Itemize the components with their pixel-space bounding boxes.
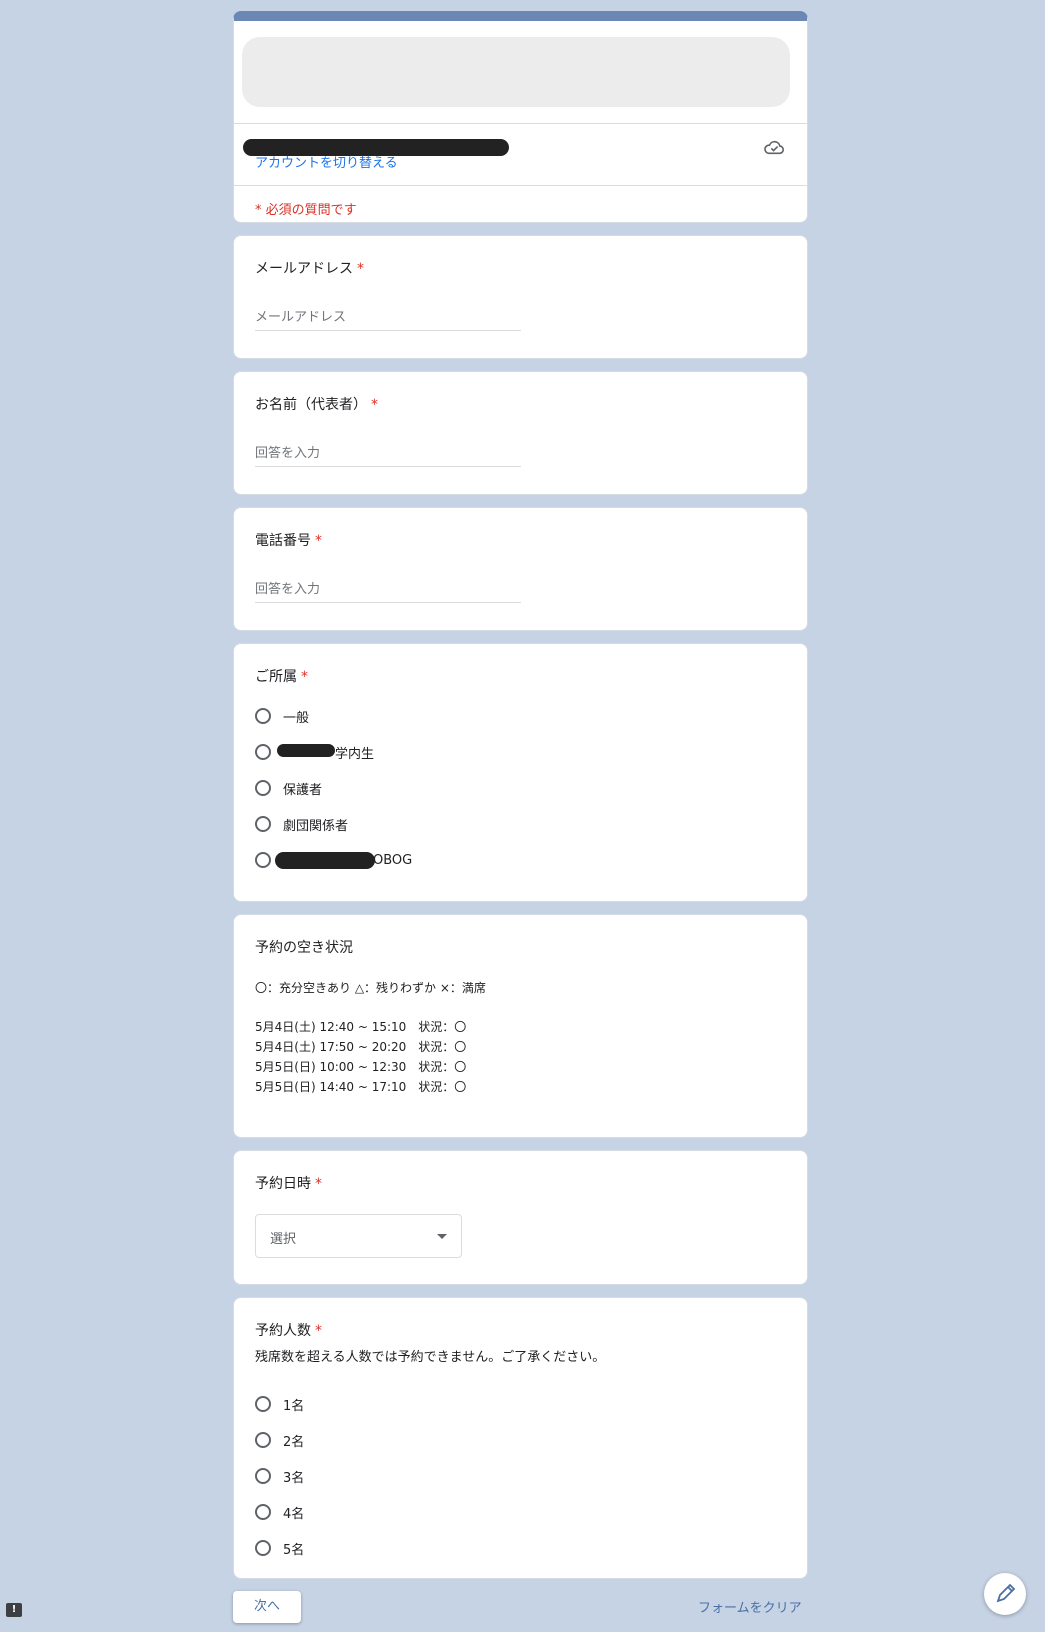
phone-input[interactable]: 回答を入力 <box>255 578 521 603</box>
datetime-select[interactable]: 選択 <box>255 1214 462 1258</box>
redacted-text <box>277 743 335 757</box>
availability-info-card: 予約の空き状況 〇：充分空きあり △：残りわずか ×：満席 5月4日(土) 12… <box>233 914 808 1138</box>
radio-button[interactable] <box>255 1540 271 1556</box>
edit-button[interactable] <box>984 1573 1026 1615</box>
name-question-card: お名前（代表者） * 回答を入力 <box>233 371 808 495</box>
redacted-form-title <box>242 37 790 107</box>
phone-question-card: 電話番号 * 回答を入力 <box>233 507 808 631</box>
schedule-line: 5月4日(土) 17:50 ~ 20:20 状況：〇 <box>255 1040 467 1054</box>
required-note: * 必須の質問です <box>255 203 357 218</box>
form-container: アカウントを切り替える * 必須の質問です メールアドレス * メールアドレス お… <box>233 11 808 1591</box>
radio-button[interactable] <box>255 1468 271 1484</box>
pencil-icon <box>996 1583 1016 1603</box>
radio-option-guardian[interactable]: 保護者 <box>255 778 322 798</box>
question-title: ご所属 * <box>255 669 308 685</box>
radio-option-student[interactable]: 学内生 <box>255 742 374 762</box>
schedule-line: 5月5日(日) 14:40 ~ 17:10 状況：〇 <box>255 1080 467 1094</box>
radio-button[interactable] <box>255 780 271 796</box>
availability-legend: 〇：充分空きあり △：残りわずか ×：満席 <box>255 981 486 995</box>
radio-button[interactable] <box>255 1396 271 1412</box>
radio-button[interactable] <box>255 852 271 868</box>
next-button[interactable]: 次へ <box>233 1591 301 1623</box>
email-field[interactable]: メールアドレス <box>255 306 521 331</box>
radio-option-obog[interactable]: OBOG <box>255 850 412 870</box>
feedback-icon[interactable]: ! <box>6 1603 22 1617</box>
question-description: 残席数を超える人数では予約できません。ご了承ください。 <box>255 1350 606 1365</box>
email-question-card: メールアドレス * メールアドレス <box>233 235 808 359</box>
form-header-card: アカウントを切り替える * 必須の質問です <box>233 11 808 223</box>
question-title: 予約人数 * <box>255 1323 322 1339</box>
radio-button[interactable] <box>255 816 271 832</box>
datetime-question-card: 予約日時 * 選択 <box>233 1150 808 1285</box>
radio-button[interactable] <box>255 1432 271 1448</box>
question-title: 電話番号 * <box>255 533 322 549</box>
count-question-card: 予約人数 * 残席数を超える人数では予約できません。ご了承ください。 1名 2名 … <box>233 1297 808 1579</box>
clear-form-link[interactable]: フォームをクリア <box>698 1597 802 1616</box>
radio-button[interactable] <box>255 744 271 760</box>
radio-option-general[interactable]: 一般 <box>255 706 309 726</box>
schedule-line: 5月4日(土) 12:40 ~ 15:10 状況：〇 <box>255 1020 467 1034</box>
radio-option-5[interactable]: 5名 <box>255 1538 304 1558</box>
question-title: メールアドレス * <box>255 261 364 277</box>
radio-option-theater[interactable]: 劇団関係者 <box>255 814 348 834</box>
chevron-down-icon <box>437 1234 447 1239</box>
radio-option-2[interactable]: 2名 <box>255 1430 304 1450</box>
section-title: 予約の空き状況 <box>255 940 353 956</box>
affiliation-question-card: ご所属 * 一般 学内生 保護者 劇団関係者 OBOG <box>233 643 808 902</box>
switch-account-link[interactable]: アカウントを切り替える <box>255 152 398 171</box>
name-input[interactable]: 回答を入力 <box>255 442 521 467</box>
radio-button[interactable] <box>255 1504 271 1520</box>
radio-option-4[interactable]: 4名 <box>255 1502 304 1522</box>
cloud-check-icon[interactable] <box>763 138 785 156</box>
question-title: お名前（代表者） * <box>255 397 378 413</box>
redacted-text <box>275 851 375 869</box>
radio-option-1[interactable]: 1名 <box>255 1394 304 1414</box>
header-divider <box>234 123 807 124</box>
radio-option-3[interactable]: 3名 <box>255 1466 304 1486</box>
question-title: 予約日時 * <box>255 1176 322 1192</box>
schedule-line: 5月5日(日) 10:00 ~ 12:30 状況：〇 <box>255 1060 467 1074</box>
radio-button[interactable] <box>255 708 271 724</box>
header-divider-2 <box>234 185 807 186</box>
